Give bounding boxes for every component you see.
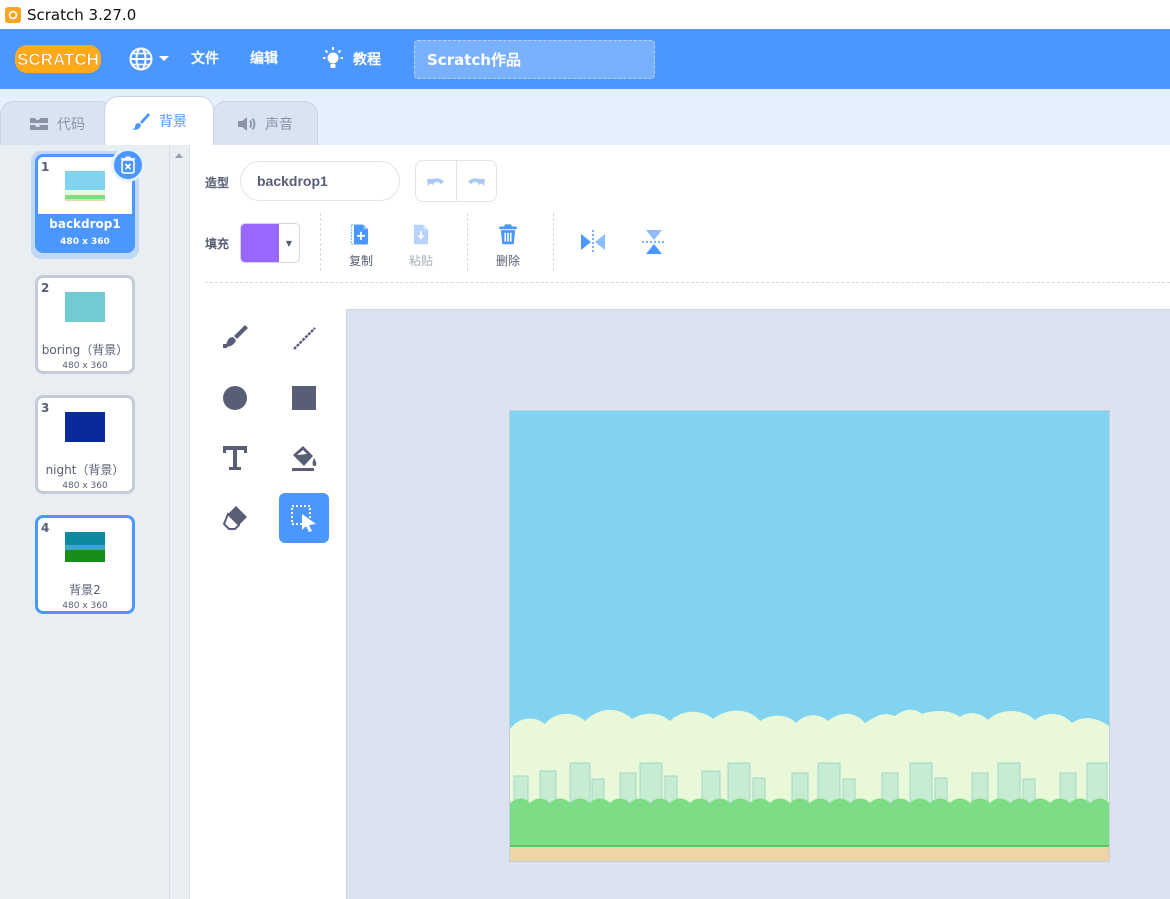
delete-backdrop-button[interactable] — [111, 148, 145, 182]
eraser-tool[interactable] — [210, 493, 260, 543]
paste-button[interactable]: 粘贴 — [393, 217, 449, 269]
text-icon — [223, 446, 247, 470]
editor-tabs: 代码 背景 声音 — [0, 89, 1170, 145]
tab-backdrops[interactable]: 背景 — [104, 96, 214, 145]
tab-backdrops-label: 背景 — [159, 114, 187, 130]
window-title: Scratch 3.27.0 — [27, 5, 137, 24]
menu-bar: SCRATCH 文件 编辑 教程 Scratch作品 — [0, 29, 1170, 89]
toolbar-separator — [205, 282, 1170, 283]
flip-vertical-icon[interactable] — [641, 229, 667, 255]
tab-sounds[interactable]: 声音 — [212, 101, 318, 145]
eraser-icon — [222, 506, 247, 530]
backdrop-item-2[interactable]: 2 boring（背景） 480 x 360 — [35, 275, 135, 374]
paint-editor: 造型 backdrop1 填充 ▼ 复制 粘贴 删除 — [191, 145, 1170, 899]
backdrop-number: 2 — [41, 281, 50, 295]
costume-label: 造型 — [205, 176, 230, 190]
backdrop-size: 480 x 360 — [62, 361, 108, 371]
backdrop-item-4[interactable]: 4 背景2 480 x 360 — [35, 515, 135, 614]
tab-code-label: 代码 — [57, 116, 85, 133]
paint-canvas-area[interactable] — [346, 309, 1170, 899]
backdrop-thumbnail — [65, 532, 105, 562]
delete-label: 删除 — [495, 254, 520, 268]
fill-color-picker[interactable]: ▼ — [240, 223, 300, 263]
tutorials-label: 教程 — [353, 52, 381, 68]
backdrop-thumbnail — [65, 292, 105, 322]
rectangle-icon — [292, 386, 316, 410]
scratch-logo[interactable]: SCRATCH — [14, 43, 102, 75]
backdrop-name: 背景2 — [69, 583, 101, 597]
text-tool[interactable] — [210, 433, 260, 483]
undo-button[interactable] — [416, 161, 456, 201]
tutorials-button[interactable]: 教程 — [321, 44, 381, 74]
backdrop-size: 480 x 360 — [62, 601, 108, 611]
brush-icon — [223, 325, 248, 348]
edit-menu[interactable]: 编辑 — [250, 48, 278, 68]
toolbar-divider — [467, 213, 468, 271]
circle-icon — [223, 386, 247, 410]
window-titlebar: Scratch 3.27.0 — [0, 0, 1170, 29]
backdrop-size: 480 x 360 — [60, 237, 110, 247]
copy-label: 复制 — [348, 254, 373, 268]
redo-button[interactable] — [455, 161, 497, 201]
svg-text:SCRATCH: SCRATCH — [17, 50, 99, 69]
backdrop-canvas[interactable] — [509, 410, 1110, 862]
backdrop-artwork — [510, 411, 1109, 861]
lightbulb-icon — [323, 47, 343, 68]
circle-tool[interactable] — [210, 373, 260, 423]
file-menu[interactable]: 文件 — [191, 48, 219, 68]
backdrop-item-3[interactable]: 3 night（背景） 480 x 360 — [35, 395, 135, 494]
costume-name-input[interactable]: backdrop1 — [240, 161, 400, 201]
fill-color-swatch — [241, 224, 279, 262]
trash-icon — [499, 224, 517, 245]
copy-icon — [350, 224, 369, 245]
scroll-up-arrow-icon[interactable] — [175, 153, 183, 158]
tab-code[interactable]: 代码 — [0, 101, 114, 145]
project-title-input[interactable]: Scratch作品 — [414, 40, 655, 79]
tab-sounds-label: 声音 — [265, 116, 293, 133]
language-menu[interactable] — [128, 46, 170, 72]
scratch-app-icon — [5, 6, 21, 23]
paste-label: 粘贴 — [408, 254, 433, 268]
paste-icon — [413, 224, 429, 245]
copy-button[interactable]: 复制 — [333, 217, 389, 269]
backdrop-list-scrollbar[interactable] — [170, 145, 190, 899]
redo-icon — [468, 178, 486, 186]
trash-icon — [121, 156, 135, 174]
backdrop-name: night（背景） — [45, 463, 125, 477]
backdrop-thumbnail — [65, 171, 105, 201]
delete-button[interactable]: 删除 — [480, 217, 536, 269]
backdrop-size: 480 x 360 — [62, 481, 108, 491]
code-blocks-icon — [30, 117, 48, 130]
line-tool[interactable] — [279, 313, 329, 363]
caret-down-icon — [159, 56, 169, 61]
select-tool[interactable] — [279, 493, 329, 543]
fill-tool[interactable] — [279, 433, 329, 483]
backdrop-name: boring（背景） — [41, 343, 129, 357]
backdrop-number: 1 — [41, 160, 50, 174]
paintbrush-icon — [132, 113, 150, 130]
select-icon — [291, 505, 316, 532]
fill-bucket-icon — [292, 446, 317, 471]
backdrop-name: backdrop1 — [49, 217, 121, 231]
backdrop-number: 3 — [41, 401, 50, 415]
toolbar-divider — [320, 213, 321, 271]
rectangle-tool[interactable] — [279, 373, 329, 423]
undo-icon — [426, 178, 444, 186]
undo-redo-group — [415, 160, 497, 202]
dropdown-arrow-icon: ▼ — [285, 238, 293, 248]
speaker-icon — [238, 116, 256, 131]
flip-horizontal-icon[interactable] — [580, 229, 606, 255]
brush-tool[interactable] — [210, 313, 260, 363]
toolbar-divider — [553, 213, 554, 271]
line-icon — [293, 327, 316, 350]
backdrop-thumbnail — [65, 412, 105, 442]
fill-label: 填充 — [205, 237, 230, 251]
backdrop-number: 4 — [41, 521, 50, 535]
globe-icon — [129, 47, 153, 71]
